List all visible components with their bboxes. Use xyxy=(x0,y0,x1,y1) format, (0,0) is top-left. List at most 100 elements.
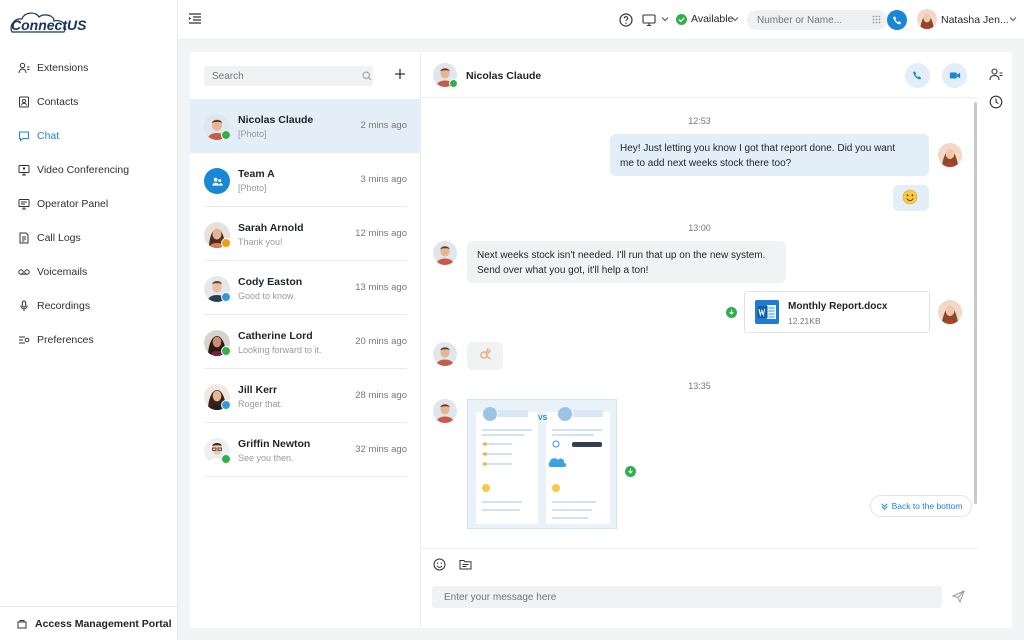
conversation-list: Nicolas Claude [Photo] 2 mins ago Team A… xyxy=(190,52,421,628)
status-badge xyxy=(221,292,231,302)
status-badge xyxy=(221,454,231,464)
audio-call-button[interactable] xyxy=(905,63,930,88)
conversation-time: 3 mins ago xyxy=(360,174,407,185)
sidebar-item-contacts[interactable]: Contacts xyxy=(0,85,178,119)
dial-input[interactable] xyxy=(747,10,887,30)
history-clock-icon[interactable] xyxy=(989,95,1003,109)
video-call-button[interactable] xyxy=(942,63,967,88)
collapse-menu-icon[interactable] xyxy=(188,12,202,26)
conversation-preview: Looking forward to it. xyxy=(238,345,322,355)
sidebar-item-chat[interactable]: Chat xyxy=(0,119,178,153)
sidebar-item-preferences[interactable]: Preferences xyxy=(0,323,178,357)
help-icon[interactable] xyxy=(619,13,633,27)
svg-text:ConnectUS: ConnectUS xyxy=(11,17,87,33)
conversation-item[interactable]: Catherine Lord Looking forward to it. 20… xyxy=(190,315,421,369)
sidebar-item-extensions[interactable]: Extensions xyxy=(0,51,178,85)
conversation-preview: Thank you! xyxy=(238,237,283,247)
portal-label: Access Management Portal xyxy=(35,617,172,630)
conversation-time: 2 mins ago xyxy=(360,120,407,131)
contact-avatar xyxy=(433,241,457,265)
message-text: Send over what you got, it'll help a ton… xyxy=(477,265,649,276)
sidebar-item-label: Chat xyxy=(37,130,60,142)
sidebar-item-label: Call Logs xyxy=(37,232,81,244)
download-icon[interactable] xyxy=(625,466,636,477)
file-attachment[interactable]: Monthly Report.docx 12.21KB xyxy=(744,291,930,333)
conversation-item[interactable]: Griffin Newton See you then. 32 mins ago xyxy=(190,423,421,477)
chevron-down-icon[interactable] xyxy=(661,15,669,23)
message-timestamp: 12:53 xyxy=(688,116,711,126)
call-button[interactable] xyxy=(887,10,907,30)
microphone-icon xyxy=(18,300,30,312)
conversation-name: Team A xyxy=(238,168,275,180)
contact-avatar xyxy=(433,399,457,423)
conversation-preview: [Photo] xyxy=(238,129,267,139)
contact-avatar xyxy=(433,342,457,366)
sidebar-item-label: Extensions xyxy=(37,62,89,74)
attach-file-icon[interactable] xyxy=(459,558,472,571)
conversation-time: 28 mins ago xyxy=(355,390,407,401)
monitor-icon[interactable] xyxy=(642,13,656,27)
sidebar-item-recordings[interactable]: Recordings xyxy=(0,289,178,323)
video-camera-icon xyxy=(949,72,960,79)
file-name: Monthly Report.docx xyxy=(788,301,888,312)
new-chat-button[interactable] xyxy=(394,68,406,80)
svg-text:VS: VS xyxy=(538,415,548,422)
send-icon[interactable] xyxy=(952,590,965,603)
conversation-name: Nicolas Claude xyxy=(238,114,314,126)
sidebar-item-operator-panel[interactable]: Operator Panel xyxy=(0,187,178,221)
message-composer xyxy=(421,548,978,628)
conversation-preview: Good to know. xyxy=(238,291,296,301)
double-chevron-down-icon xyxy=(881,502,888,510)
image-attachment[interactable]: VS xyxy=(467,399,617,529)
conversation-item[interactable]: Nicolas Claude [Photo] 2 mins ago xyxy=(190,99,421,153)
conversation-item[interactable]: Jill Kerr Roger that. 28 mins ago xyxy=(190,369,421,423)
dialpad-icon[interactable] xyxy=(872,15,881,24)
user-avatar[interactable] xyxy=(917,9,937,29)
message-bubble-outgoing[interactable]: Hey! Just letting you know I got that re… xyxy=(610,134,929,176)
message-scrollbar[interactable] xyxy=(974,102,977,504)
emoji-icon[interactable] xyxy=(433,558,446,571)
ok-hand-emoji-icon xyxy=(480,348,491,360)
conversation-item[interactable]: Cody Easton Good to know. 13 mins ago xyxy=(190,261,421,315)
back-to-bottom-button[interactable]: Back to the bottom xyxy=(870,495,972,517)
image-thumbnail: VS xyxy=(468,400,616,528)
access-management-portal-link[interactable]: Access Management Portal xyxy=(0,606,178,640)
conversation-item[interactable]: Team A [Photo] 3 mins ago xyxy=(190,153,421,207)
search-icon[interactable] xyxy=(362,71,372,81)
download-icon[interactable] xyxy=(726,307,737,318)
sidebar-item-call-logs[interactable]: Call Logs xyxy=(0,221,178,255)
message-input[interactable] xyxy=(432,586,942,608)
contact-name: Nicolas Claude xyxy=(466,70,542,82)
conversation-name: Jill Kerr xyxy=(238,384,278,396)
conversation-time: 12 mins ago xyxy=(355,228,407,239)
available-check-icon xyxy=(676,13,687,25)
conversation-item[interactable]: Sarah Arnold Thank you! 12 mins ago xyxy=(190,207,421,261)
conversation-name: Catherine Lord xyxy=(238,330,313,342)
search-input[interactable] xyxy=(204,66,373,86)
message-bubble-incoming[interactable] xyxy=(467,342,503,370)
contact-info-icon[interactable] xyxy=(989,67,1003,81)
sidebar: ConnectUS Extensions Contacts Chat Video… xyxy=(0,0,178,640)
sidebar-item-label: Video Conferencing xyxy=(37,164,130,176)
chevron-down-icon[interactable] xyxy=(1009,15,1017,23)
message-bubble-incoming[interactable]: Next weeks stock isn't needed. I'll run … xyxy=(467,241,786,283)
phone-icon xyxy=(913,71,922,80)
status-badge xyxy=(221,400,231,410)
user-name[interactable]: Natasha Jen... xyxy=(941,14,1009,26)
chat-panel: Nicolas Claude 12:53 Hey! Just letting y… xyxy=(421,52,978,628)
sidebar-item-voicemails[interactable]: Voicemails xyxy=(0,255,178,289)
sidebar-item-label: Recordings xyxy=(37,300,91,312)
connectus-logo[interactable]: ConnectUS xyxy=(8,8,96,38)
status-badge xyxy=(449,79,458,88)
operator-panel-icon xyxy=(18,198,30,210)
chat-header: Nicolas Claude xyxy=(421,52,978,98)
topbar: Available Natasha Jen... xyxy=(178,0,1024,40)
sidebar-item-video-conferencing[interactable]: Video Conferencing xyxy=(0,153,178,187)
message-text: Hey! Just letting you know I got that re… xyxy=(620,143,896,154)
chevron-down-icon[interactable] xyxy=(731,15,739,23)
sidebar-item-label: Voicemails xyxy=(37,266,88,278)
conversation-preview: [Photo] xyxy=(238,183,267,193)
message-bubble-outgoing[interactable] xyxy=(893,185,929,211)
conversation-preview: Roger that. xyxy=(238,399,283,409)
presence-status[interactable]: Available xyxy=(676,13,733,25)
